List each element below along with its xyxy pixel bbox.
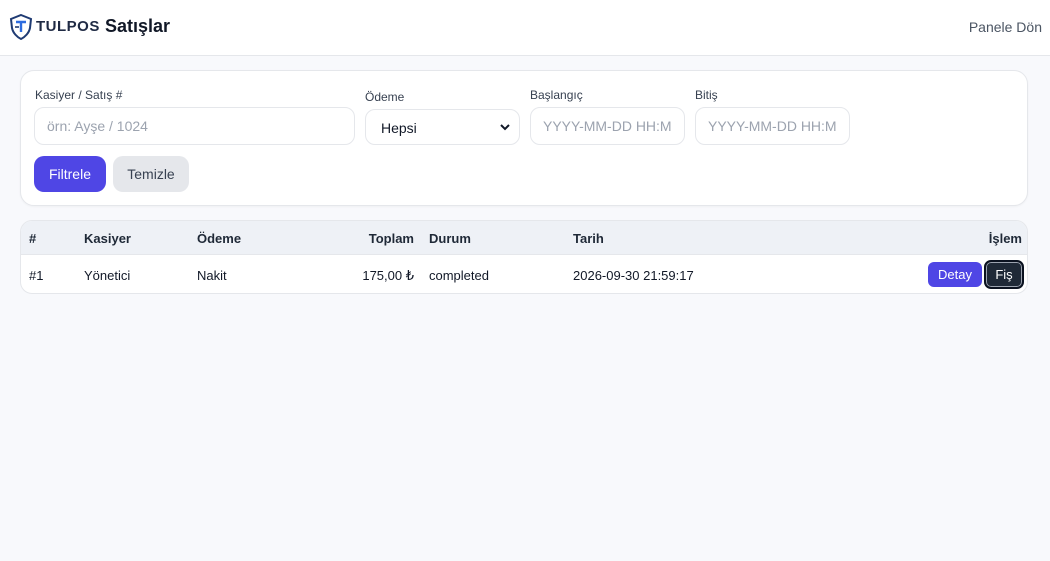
sale-status: completed [429,268,489,283]
payment-select[interactable]: Hepsi [365,109,520,145]
sale-date: 2026-09-30 21:59:17 [573,268,694,283]
top-bar: TULPOS Satışlar Panele Dön [0,0,1050,56]
back-to-panel-link[interactable]: Panele Dön [969,19,1042,35]
end-date-input[interactable] [695,107,850,145]
brand-name: TULPOS [36,18,100,35]
detail-button[interactable]: Detay [928,262,982,287]
end-date-label: Bitiş [695,88,718,102]
payment-select-value: Hepsi [381,120,417,136]
cashier-filter-label: Kasiyer / Satış # [35,88,123,102]
sale-total: 175,00 ₺ [362,268,414,283]
clear-button[interactable]: Temizle [113,156,189,192]
payment-filter-label: Ödeme [365,90,405,104]
page-title: Satışlar [105,16,171,36]
start-date-label: Başlangıç [530,88,583,102]
table-header: # Kasiyer Ödeme Toplam Durum Tarih İşlem [21,221,1027,255]
start-date-input[interactable] [530,107,685,145]
filter-button[interactable]: Filtrele [34,156,106,192]
receipt-button[interactable]: Fiş [984,260,1024,289]
column-header-payment[interactable]: Ödeme [197,231,241,246]
column-header-total[interactable]: Toplam [321,231,414,246]
column-header-id[interactable]: # [29,231,36,246]
table-row[interactable]: #1 Yönetici Nakit 175,00 ₺ completed 202… [21,255,1027,293]
column-header-status[interactable]: Durum [429,231,471,246]
sale-payment: Nakit [197,268,227,283]
tulpos-logo-icon [9,14,33,40]
cashier-search-input[interactable] [34,107,355,145]
chevron-down-icon [500,124,510,131]
column-header-date[interactable]: Tarih [573,231,604,246]
sale-cashier: Yönetici [84,268,131,283]
sales-table: # Kasiyer Ödeme Toplam Durum Tarih İşlem… [20,220,1028,294]
filter-panel: Kasiyer / Satış # Ödeme Hepsi Başlangıç … [20,70,1028,206]
column-header-action: İşlem [988,231,1022,246]
sale-id: #1 [29,268,44,283]
column-header-cashier[interactable]: Kasiyer [84,231,131,246]
